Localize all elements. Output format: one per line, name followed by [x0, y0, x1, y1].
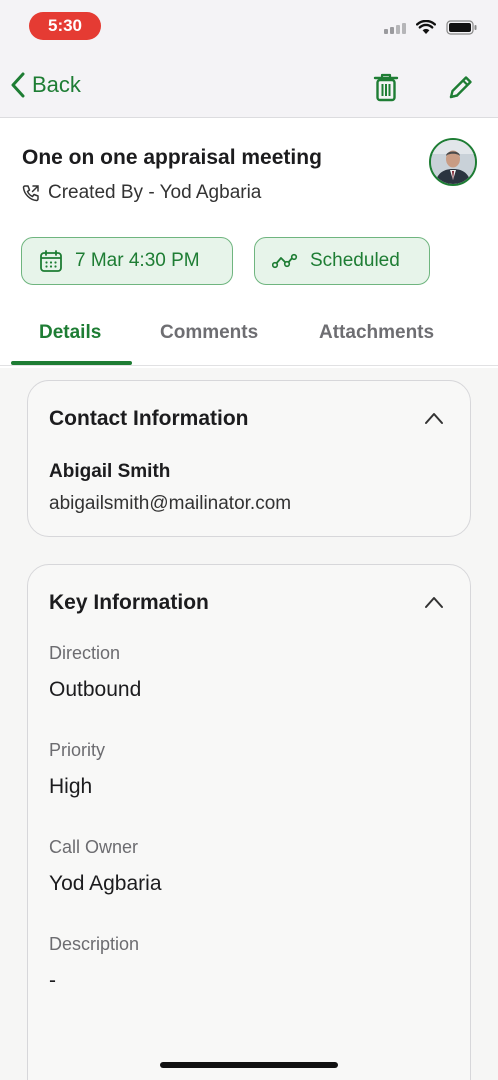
contact-name: Abigail Smith [49, 461, 171, 482]
wifi-icon [416, 20, 436, 34]
created-by-label: Created By - Yod Agbaria [48, 182, 262, 203]
battery-icon [446, 20, 477, 35]
tab-comments[interactable]: Comments [160, 322, 258, 344]
call-owner-value: Yod Agbaria [49, 872, 162, 895]
priority-label: Priority [49, 740, 106, 760]
page-title: One on one appraisal meeting [22, 146, 322, 169]
chevron-left-icon [11, 72, 25, 98]
trash-icon[interactable] [371, 72, 401, 102]
key-card-title: Key Information [49, 591, 209, 614]
call-icon [22, 185, 39, 202]
direction-label: Direction [49, 643, 121, 663]
status-bar: 5:30 [0, 0, 498, 52]
signal-icon [384, 22, 406, 34]
priority-value: High [49, 775, 93, 798]
status-time: 5:30 [29, 12, 101, 40]
nav-bar: Back [0, 52, 498, 118]
contact-information-card: Contact Information Abigail Smith abigai… [27, 380, 471, 537]
tab-details[interactable]: Details [39, 322, 101, 344]
back-button[interactable]: Back [10, 72, 81, 98]
status-chip[interactable]: Scheduled [254, 237, 430, 285]
screen: 5:30 Back One on one appraisal meeting C… [0, 0, 498, 1080]
back-label: Back [32, 72, 81, 97]
status-icons [384, 20, 478, 35]
pencil-icon[interactable] [446, 72, 476, 102]
contact-card-title: Contact Information [49, 407, 249, 430]
tab-bar: Details Comments Attachments [0, 310, 498, 366]
avatar[interactable] [429, 138, 477, 186]
avatar-image [431, 140, 475, 184]
status-chip-label: Scheduled [310, 250, 400, 271]
status-icon [272, 253, 298, 269]
created-by: Created By - Yod Agbaria [22, 182, 261, 204]
contact-email[interactable]: abigailsmith@mailinator.com [49, 493, 291, 515]
description-label: Description [49, 934, 140, 954]
chevron-up-icon[interactable] [424, 411, 444, 425]
tab-attachments[interactable]: Attachments [319, 322, 434, 344]
date-chip-label: 7 Mar 4:30 PM [75, 250, 200, 271]
activity-header: One on one appraisal meeting Created By … [0, 118, 498, 368]
home-indicator[interactable] [160, 1062, 338, 1068]
chevron-up-icon[interactable] [424, 595, 444, 609]
key-information-card: Key Information Direction Outbound Prior… [27, 564, 471, 1080]
description-value: - [49, 969, 56, 992]
direction-value: Outbound [49, 678, 142, 701]
tab-active-indicator [11, 361, 132, 365]
date-chip[interactable]: 7 Mar 4:30 PM [21, 237, 233, 285]
call-owner-label: Call Owner [49, 837, 139, 857]
calendar-icon [40, 250, 62, 272]
